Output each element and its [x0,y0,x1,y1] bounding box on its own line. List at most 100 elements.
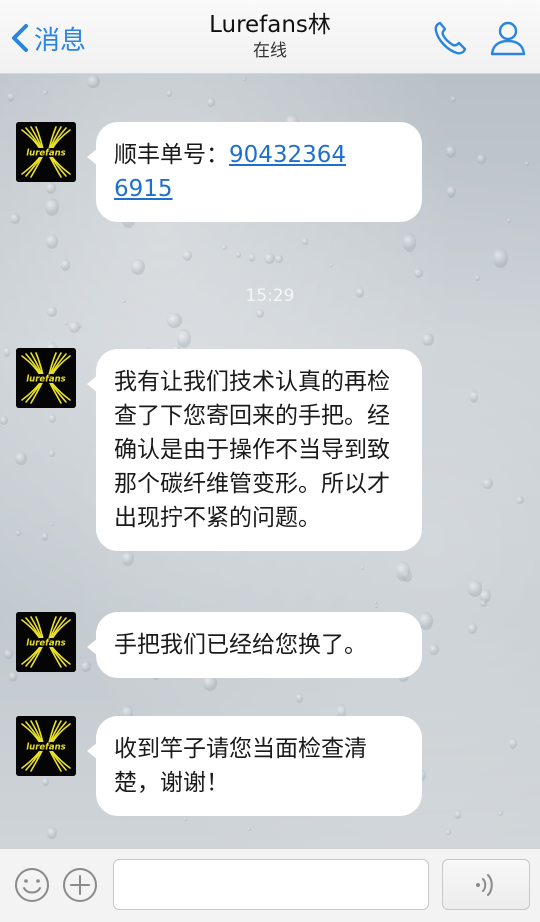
rain-drop [329,262,334,268]
rain-drop [301,237,308,246]
svg-text:lurefans: lurefans [26,375,65,385]
back-label: 消息 [34,25,87,56]
rain-drop [475,274,480,282]
rain-drop [249,253,256,262]
rain-drop [243,76,247,81]
message-input[interactable] [113,859,429,910]
rain-drop [247,826,252,832]
lurefans-logo: lurefans [16,122,76,182]
rain-drop [222,244,227,251]
rain-drop [360,565,365,570]
rain-drop [45,233,59,250]
rain-drop [402,232,416,252]
avatar[interactable]: lurefans [16,612,76,672]
rain-drop [176,329,192,348]
rain-drop [515,495,524,505]
svg-text:lurefans: lurefans [26,149,65,159]
plus-icon [63,868,97,902]
avatar[interactable]: lurefans [16,716,76,776]
profile-button[interactable] [488,18,528,62]
rain-drop [414,268,423,278]
rain-drop [506,217,511,224]
rain-drop [429,644,440,656]
rain-drop [4,648,14,660]
emoji-button[interactable] [14,867,50,903]
voice-button[interactable] [442,859,530,910]
rain-drop [206,98,215,107]
online-status: 在线 [253,41,287,61]
rain-drop [497,811,503,817]
svg-text:lurefans: lurefans [26,743,65,753]
rain-drop [46,181,57,194]
rain-drop [68,321,81,333]
more-button[interactable] [62,867,98,903]
rain-drop [454,809,462,819]
rain-drop [167,313,182,328]
rain-drop [183,816,188,822]
rain-drop [121,551,134,566]
rain-drop [467,622,477,634]
rain-drop [81,661,91,673]
contact-name: Lurefans林 [209,12,331,38]
rain-drop [255,308,265,318]
rain-drop [509,738,518,750]
chat-header: 消息 Lurefans林 在线 [0,0,540,74]
rain-drop [43,89,49,96]
user-icon [490,21,526,56]
lurefans-logo: lurefans [16,612,76,672]
title-block: Lurefans林 在线 [120,10,420,62]
lurefans-logo: lurefans [16,348,76,408]
timestamp: 15:29 [245,286,295,306]
chevron-left-icon [12,24,28,52]
message-text: 顺丰单号： [114,142,229,168]
rain-drop [15,530,21,537]
call-button[interactable] [430,18,470,62]
rain-drop [3,347,10,357]
avatar[interactable]: lurefans [16,348,76,408]
rain-drop [42,777,50,787]
rain-drop [264,252,276,264]
lurefans-logo: lurefans [16,716,76,776]
rain-drop [166,90,173,98]
message-bubble[interactable]: 收到竿子请您当面检查清楚，谢谢！ [87,716,422,816]
rain-drop [64,321,68,326]
smiley-icon [15,868,49,902]
rain-drop [525,161,529,167]
message-text: 我有让我们技术认真的再检查了下您寄回来的手把。经确认是由于操作不当导到致那个碳纤… [114,369,390,531]
rain-drop [275,255,283,264]
rain-drop [15,451,28,466]
rain-drop [0,416,8,426]
avatar[interactable]: lurefans [16,122,76,182]
rain-drop [9,212,21,224]
rain-drop [482,477,493,490]
input-bar [0,848,540,922]
rain-drop [469,389,479,403]
svg-text:lurefans: lurefans [26,639,65,649]
rain-drop [45,197,59,216]
rain-drop [493,247,508,269]
rain-drop [47,826,58,840]
rain-drop [396,560,411,581]
rain-drop [48,414,56,424]
rain-drop [50,522,55,527]
rain-drop [8,671,18,683]
message-text: 收到竿子请您当面检查清楚，谢谢！ [114,736,367,796]
rain-drop [41,532,49,541]
rain-drop [296,693,304,703]
message-bubble[interactable]: 我有让我们技术认真的再检查了下您寄回来的手把。经确认是由于操作不当导到致那个碳纤… [87,349,422,551]
rain-drop [61,259,71,271]
message-bubble[interactable]: 手把我们已经给您换了。 [87,612,422,678]
voice-wave-icon [476,873,493,896]
rain-drop [49,450,56,458]
rain-drop [445,145,457,159]
rain-drop [480,599,487,607]
rain-drop [446,830,452,836]
rain-drop [477,153,486,165]
phone-icon [434,21,467,55]
rain-drop [131,259,146,276]
rain-drop [46,305,58,317]
back-button[interactable]: 消息 [10,18,86,58]
rain-drop [467,579,483,597]
message-bubble[interactable]: 顺丰单号：904323646915 [87,122,422,222]
rain-drop [182,250,193,261]
